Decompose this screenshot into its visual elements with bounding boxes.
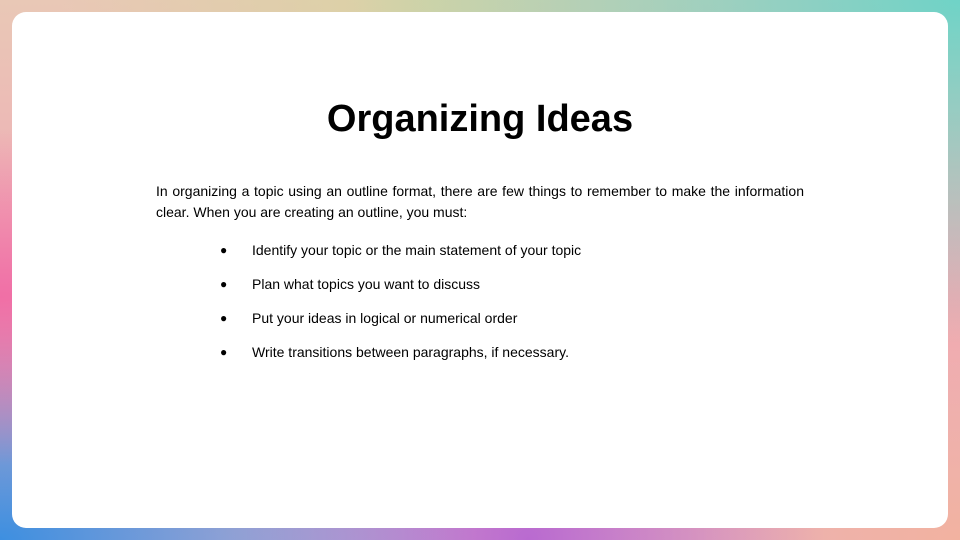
slide-title: Organizing Ideas <box>326 98 634 140</box>
bullet-dot-icon: ● <box>220 277 228 291</box>
intro-paragraph: In organizing a topic using an outline f… <box>156 183 804 220</box>
list-item-text: Put your ideas in logical or numerical o… <box>252 310 518 326</box>
bullet-dot-icon: ● <box>220 311 228 325</box>
list-item-text: Write transitions between paragraphs, if… <box>252 344 569 360</box>
slide-card <box>12 12 948 528</box>
list-item-text: Plan what topics you want to discuss <box>252 276 481 292</box>
list-item-text: Identify your topic or the main statemen… <box>252 242 582 258</box>
bullet-dot-icon: ● <box>220 345 228 359</box>
bullet-dot-icon: ● <box>220 243 228 257</box>
